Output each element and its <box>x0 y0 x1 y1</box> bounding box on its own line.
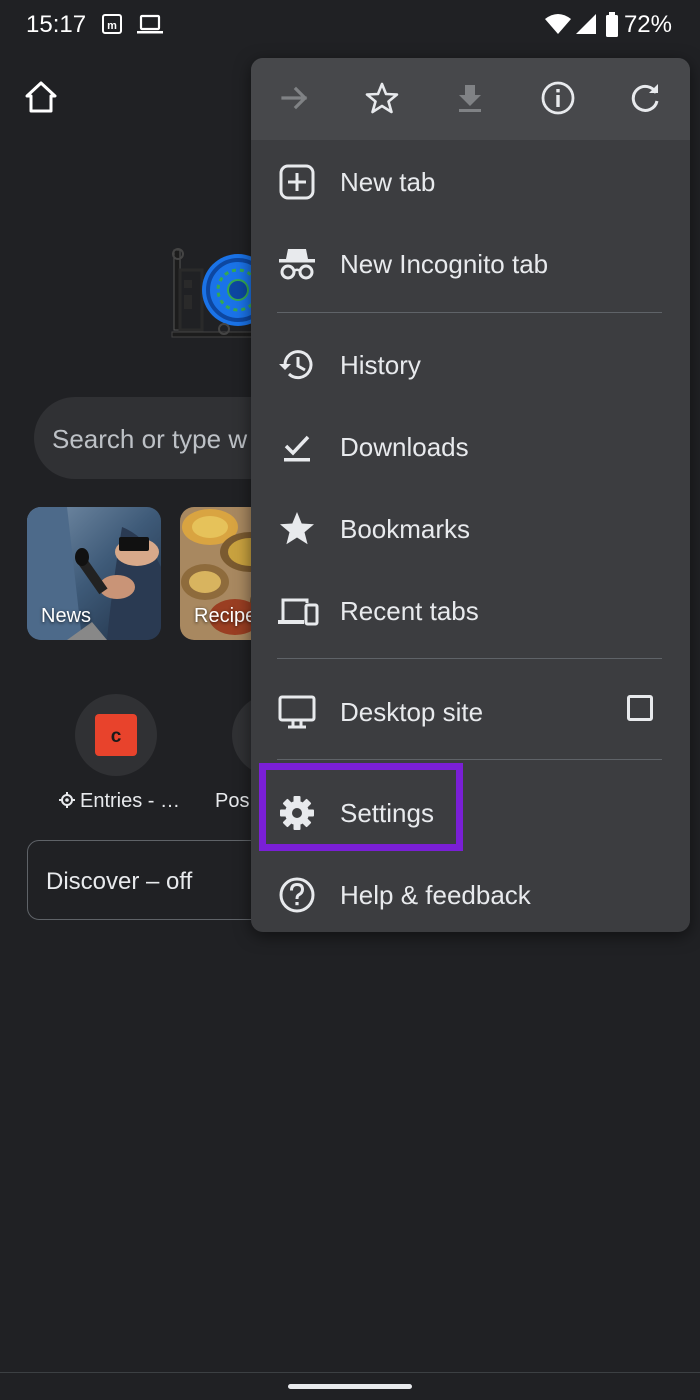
battery-percent: 72% <box>623 11 672 38</box>
tile-label: News <box>41 605 92 627</box>
gesture-navigation-bar[interactable] <box>288 1384 412 1389</box>
menu-item-label: Recent tabs <box>340 596 479 626</box>
download-page-button[interactable] <box>448 78 492 122</box>
notification-m-icon: m <box>100 12 124 41</box>
shortcut-label-text: Entries - … <box>80 790 181 812</box>
forward-icon <box>279 82 311 119</box>
bookmark-button[interactable] <box>360 78 404 122</box>
star-icon <box>277 509 317 549</box>
menu-item-label: Downloads <box>340 432 469 462</box>
tile-label: Recipe <box>194 605 257 627</box>
menu-item-desktop-site[interactable]: Desktop site <box>251 670 690 752</box>
bookmark-star-icon <box>365 81 399 120</box>
menu-item-help-feedback[interactable]: Help & feedback <box>251 853 690 932</box>
signal-icon <box>574 12 598 41</box>
laptop-icon <box>136 12 164 41</box>
menu-divider <box>277 658 662 659</box>
incognito-icon <box>277 244 317 284</box>
forward-button[interactable] <box>273 78 317 122</box>
svg-text:c: c <box>111 726 122 747</box>
reload-button[interactable] <box>624 78 668 122</box>
desktop-icon <box>277 692 317 732</box>
gear-icon <box>58 791 76 815</box>
search-placeholder: Search or type w <box>52 424 248 454</box>
wifi-icon <box>544 12 572 41</box>
tile-news[interactable]: News <box>27 507 161 640</box>
shortcut-label-pos: Pos <box>215 790 250 812</box>
menu-item-downloads[interactable]: Downloads <box>251 405 690 487</box>
menu-item-label: New tab <box>340 167 436 197</box>
new-tab-icon <box>277 162 317 202</box>
menu-item-label: Help & feedback <box>340 880 531 910</box>
menu-item-new-tab[interactable]: New tab <box>251 140 690 222</box>
reload-icon <box>629 81 663 120</box>
history-icon <box>277 345 317 385</box>
discover-label: Discover – off <box>46 868 193 895</box>
desktop-site-checkbox[interactable] <box>627 695 653 721</box>
home-icon <box>22 81 60 120</box>
menu-item-new-incognito-tab[interactable]: New Incognito tab <box>251 222 690 304</box>
menu-item-label: Bookmarks <box>340 514 471 544</box>
info-icon <box>540 80 576 121</box>
menu-item-label: New Incognito tab <box>340 249 549 279</box>
status-bar: 15:17 m 72% <box>0 0 700 50</box>
downloads-icon <box>277 427 317 467</box>
menu-item-history[interactable]: History <box>251 323 690 405</box>
shortcut-label-entries: Entries - … <box>58 790 180 815</box>
c-site-icon: c <box>95 714 137 761</box>
menu-item-bookmarks[interactable]: Bookmarks <box>251 487 690 569</box>
page-info-button[interactable] <box>536 78 580 122</box>
status-time: 15:17 <box>26 11 87 38</box>
menu-divider <box>277 759 662 760</box>
site-logo <box>168 240 274 345</box>
navigation-divider <box>0 1372 700 1373</box>
svg-text:m: m <box>107 20 117 32</box>
devices-icon <box>277 591 319 631</box>
menu-toolbar <box>251 58 690 140</box>
settings-highlight <box>259 763 463 851</box>
home-button[interactable] <box>22 78 60 116</box>
menu-divider <box>277 312 662 313</box>
download-icon <box>454 82 486 119</box>
menu-item-label: Desktop site <box>340 697 484 727</box>
battery-icon <box>605 12 619 43</box>
menu-item-recent-tabs[interactable]: Recent tabs <box>251 569 690 651</box>
menu-item-label: History <box>340 350 421 380</box>
help-icon <box>277 875 317 915</box>
shortcut-entries[interactable]: c <box>75 694 157 776</box>
